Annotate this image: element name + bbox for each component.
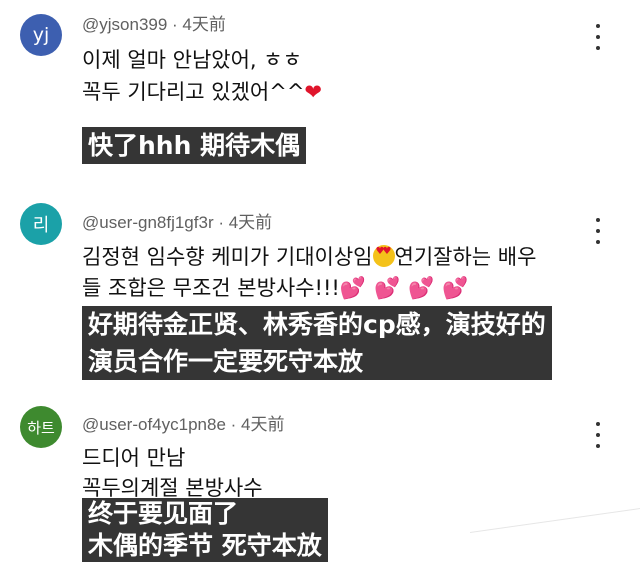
- heart-eyes-emoji-icon: [372, 245, 395, 267]
- comment-time: 4天前: [228, 213, 273, 232]
- comment-time: 4天前: [182, 15, 226, 34]
- avatar[interactable]: yj: [20, 14, 62, 56]
- comment-text: 연기잘하는 배우: [394, 245, 537, 269]
- comment-text: 꼭두 기다리고 있겠어^^: [82, 80, 305, 104]
- two-hearts-emoji-icon: 💕💕💕💕: [339, 276, 477, 300]
- comment-meta: @user-of4yc1pn8e · 4天前: [82, 410, 284, 435]
- comment-text: 들 조합은 무조건 본방사수!!!: [82, 276, 340, 300]
- comment-meta: @yjson399 · 4天前: [82, 10, 226, 35]
- comment-author[interactable]: @yjson399: [82, 15, 167, 34]
- subtitle-line: 好期待金正贤、林秀香的cp感，演技好的: [88, 310, 546, 339]
- red-heart-icon: ❤: [304, 80, 323, 104]
- comment-text-line: 이제 얼마 안남았어, ㅎㅎ: [82, 48, 302, 72]
- meta-separator: ·: [167, 15, 183, 34]
- subtitle-overlay: 终于要见面了 木偶的季节 死守本放: [82, 498, 328, 562]
- avatar[interactable]: 하트: [20, 406, 62, 448]
- subtitle-line: 快了hhh 期待木偶: [88, 131, 301, 160]
- subtitle-line: 演员合作一定要死守本放: [88, 347, 364, 376]
- avatar[interactable]: 리: [20, 203, 62, 245]
- page-curl-decoration: [470, 508, 640, 573]
- comment-text: 김정현 임수향 케미가 기대이상임: [82, 245, 373, 269]
- more-vertical-icon[interactable]: [588, 24, 608, 50]
- comment-text-line: 드디어 만남: [82, 446, 186, 470]
- comment-author[interactable]: @user-of4yc1pn8e: [82, 415, 226, 434]
- subtitle-line: 终于要见面了: [88, 499, 239, 528]
- meta-separator: ·: [213, 213, 229, 232]
- more-vertical-icon[interactable]: [588, 422, 608, 448]
- comment-text-line: 꼭두 기다리고 있겠어^^❤: [82, 76, 322, 106]
- comment-meta: @user-gn8fj1gf3r · 4天前: [82, 208, 272, 233]
- comment-text-line: 김정현 임수향 케미가 기대이상임 연기잘하는 배우: [82, 241, 536, 271]
- avatar-initials: 하트: [27, 418, 55, 437]
- comment-text-line: 들 조합은 무조건 본방사수!!!💕💕💕💕: [82, 272, 476, 302]
- comment-author[interactable]: @user-gn8fj1gf3r: [82, 213, 214, 232]
- more-vertical-icon[interactable]: [588, 218, 608, 244]
- comment-time: 4天前: [241, 415, 285, 434]
- subtitle-overlay: 好期待金正贤、林秀香的cp感，演技好的 演员合作一定要死守本放: [82, 306, 552, 380]
- avatar-initials: yj: [32, 24, 50, 46]
- avatar-initials: 리: [32, 215, 50, 236]
- meta-separator: ·: [225, 415, 242, 434]
- subtitle-overlay: 快了hhh 期待木偶: [82, 127, 307, 164]
- subtitle-line: 木偶的季节 死守本放: [88, 531, 322, 560]
